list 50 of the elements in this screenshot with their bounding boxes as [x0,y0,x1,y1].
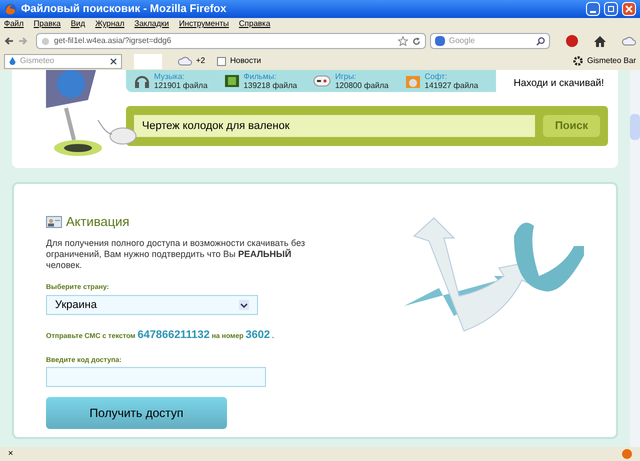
address-field[interactable]: get-fil1el.w4ea.asia/?igrset=ddg6 [36,33,426,49]
news-icon [217,56,226,66]
close-button[interactable] [622,2,636,16]
slogan-text: Находи и скачивай! [514,77,604,91]
blank-field[interactable] [134,54,162,68]
dropdown-arrow-icon[interactable] [239,300,249,310]
menu-item[interactable]: Правка [34,18,61,30]
temperature-text: +2 [196,55,206,67]
film-icon [224,73,240,89]
close-addon-bar-button[interactable]: × [8,447,14,461]
cloud-icon[interactable] [622,36,636,46]
gamepad-icon [313,74,332,88]
clear-icon[interactable] [110,58,117,64]
get-access-button[interactable]: Получить доступ [46,397,227,429]
menu-item[interactable]: Вид [70,18,86,30]
star-icon[interactable] [398,36,408,46]
menu-item[interactable]: Закладки [134,18,170,30]
window-title: Файловый поисковик - Mozilla Firefox [21,2,228,17]
activation-description: Для получения полного доступа и возможности скачивать без ограничений, Вам нужно подтвердить что Вы РЕАЛЬНЫЙ человек. [46,238,306,270]
activation-heading: Активация [66,213,130,231]
file-count: 141927 файла [424,81,478,90]
search-engine-icon[interactable] [435,36,445,46]
menu-item[interactable]: Справка [238,18,270,30]
file-count: 120800 файла [335,81,389,90]
headphones-icon [134,73,150,89]
gismeteo-bar-label[interactable]: Gismeteo Bar [587,55,636,67]
close-icon [625,5,633,13]
globe-icon [41,36,50,46]
search-input[interactable]: Чертеж колодок для валенок [134,115,535,137]
news-link[interactable]: Новости [230,55,262,67]
access-code-field[interactable] [46,367,266,387]
file-count: 139218 файла [244,81,298,90]
home-icon[interactable] [594,36,606,46]
cloud-icon [178,56,192,66]
country-select[interactable]: Украина [46,295,258,315]
scroll-thumb[interactable] [630,114,640,140]
id-card-icon [46,216,62,228]
file-count: 121901 файла [154,81,208,90]
software-box-icon [404,73,421,89]
scrollbar[interactable] [630,70,640,447]
drop-icon [9,56,16,66]
reload-icon[interactable] [412,36,421,46]
menu-item[interactable]: Журнал [95,18,124,30]
restore-button[interactable] [604,2,618,16]
search-icon[interactable] [536,36,545,46]
back-icon[interactable] [4,36,14,46]
menu-item[interactable]: Инструменты [179,18,229,30]
settings-icon[interactable] [573,56,584,66]
minimize-button[interactable] [586,2,600,16]
menu-item[interactable]: Файл [4,18,24,30]
